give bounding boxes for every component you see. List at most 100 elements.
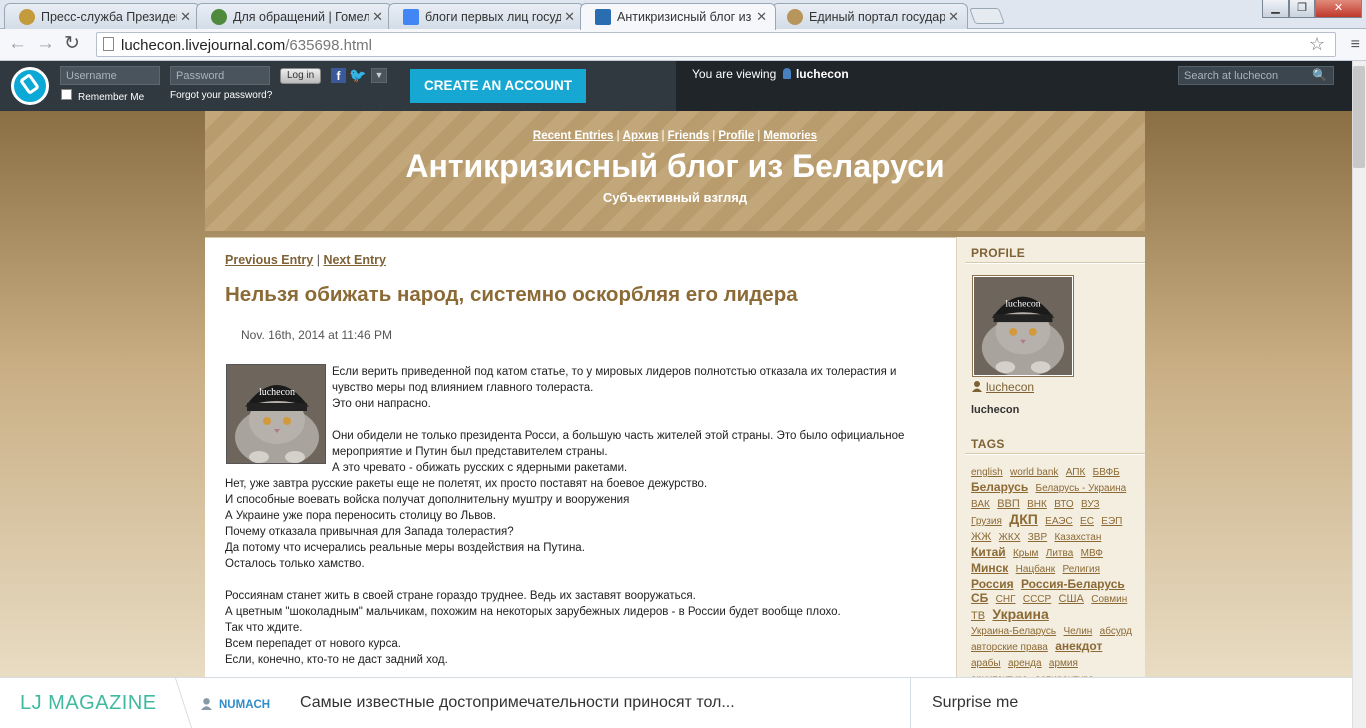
tag-link[interactable]: ВАК [971,499,990,510]
username-input[interactable]: Username [60,66,160,85]
nav-profile[interactable]: Profile [718,130,754,142]
facebook-icon[interactable]: f [331,68,346,83]
tag-link[interactable]: Минск [971,561,1008,575]
browser-tab-1[interactable]: Пресс-служба Президента ✕ [4,3,200,29]
tag-link[interactable]: АПК [1066,467,1086,478]
tag-link[interactable]: ЗВР [1028,532,1047,543]
nav-recent-entries[interactable]: Recent Entries [533,130,614,142]
login-button[interactable]: Log in [280,68,322,84]
reload-icon[interactable]: ↻ [64,34,80,54]
browser-tab-strip: Пресс-служба Президента ✕ Для обращений … [0,0,1366,30]
tag-link[interactable]: МВФ [1081,548,1103,559]
tag-link[interactable]: Беларусь [971,480,1028,494]
magazine-headline[interactable]: Самые известные достопримечательности пр… [300,694,735,712]
scrollbar-thumb[interactable] [1353,66,1365,168]
entry-content: Previous Entry | Next Entry Нельзя обижа… [205,237,956,677]
profile-username-link[interactable]: luchecon [971,380,1034,394]
tag-link[interactable]: анекдот [1055,639,1102,653]
close-tab-icon[interactable]: ✕ [180,9,191,25]
magazine-author[interactable]: NUMACH [200,697,270,711]
browser-tab-2[interactable]: Для обращений | Гомель ✕ [196,3,392,29]
tag-link[interactable]: english [971,467,1003,478]
tag-link[interactable]: абсурд [1100,626,1132,637]
tag-link[interactable]: ЕЭП [1101,516,1122,527]
address-bar[interactable]: luchecon.livejournal.com/635698.html ☆ [96,32,1336,57]
profile-username[interactable]: luchecon [986,380,1034,394]
tag-link[interactable]: СБ [971,591,988,605]
tag-link[interactable]: Литва [1046,548,1074,559]
browser-tab-4-active[interactable]: Антикризисный блог из Бел ✕ [580,3,776,30]
tag-link[interactable]: Беларусь - Украина [1036,483,1127,494]
tag-link[interactable]: Украина-Беларусь [971,626,1056,637]
tag-link[interactable]: СНГ [996,594,1016,605]
page-background: Recent Entries | Архив | Friends | Profile | Mem… [0,111,1352,685]
bookmark-star-icon[interactable]: ☆ [1309,34,1325,55]
create-account-button[interactable]: CREATE AN ACCOUNT [410,69,586,103]
tag-link[interactable]: ВНК [1027,499,1047,510]
tag-link[interactable]: Нацбанк [1016,564,1055,575]
tag-link[interactable]: авторские права [971,642,1048,653]
viewing-username[interactable]: luchecon [796,67,849,81]
password-input[interactable]: Password [170,66,270,85]
tag-link[interactable]: ДКП [1009,511,1038,527]
tag-link[interactable]: аренда [1008,658,1042,669]
tag-link[interactable]: ВУЗ [1081,499,1100,510]
new-tab-button[interactable] [969,8,1005,24]
forward-arrow-icon[interactable]: → [36,34,55,54]
emblem-favicon-icon [211,9,227,25]
tag-link[interactable]: ВТО [1054,499,1073,510]
tag-link[interactable]: Совмин [1091,594,1127,605]
tag-link[interactable]: СССР [1023,594,1051,605]
tag-link[interactable]: ЕАЭС [1045,516,1073,527]
magazine-author-name[interactable]: NUMACH [219,699,270,711]
back-arrow-icon[interactable]: ← [8,34,27,54]
tag-link[interactable]: Китай [971,545,1006,559]
nav-memories[interactable]: Memories [763,130,817,142]
url-path: /635698.html [285,37,372,54]
close-tab-icon[interactable]: ✕ [564,9,575,25]
tag-link[interactable]: ВВП [997,498,1020,510]
tag-link[interactable]: Челин [1063,626,1092,637]
chevron-down-icon[interactable]: ▼ [371,68,387,83]
tag-link[interactable]: Религия [1062,564,1100,575]
surprise-me-button[interactable]: Surprise me [932,694,1018,712]
tag-link[interactable]: армия [1049,658,1078,669]
close-tab-icon[interactable]: ✕ [756,9,767,25]
nav-archive[interactable]: Архив [623,130,659,142]
next-entry-link[interactable]: Next Entry [323,253,386,267]
tag-link[interactable]: Крым [1013,548,1038,559]
nav-friends[interactable]: Friends [668,130,710,142]
tag-link[interactable]: Россия-Беларусь [1021,577,1125,591]
livejournal-logo-icon[interactable] [11,67,49,105]
close-tab-icon[interactable]: ✕ [948,9,959,25]
tag-link[interactable]: world bank [1010,467,1058,478]
tag-link[interactable]: арабы [971,658,1001,669]
close-window-button[interactable]: ✕ [1315,0,1362,18]
tag-link[interactable]: Россия [971,577,1014,591]
tag-link[interactable]: Казахстан [1054,532,1101,543]
forgot-password-link[interactable]: Forgot your password? [170,90,272,101]
tag-link[interactable]: Грузия [971,516,1002,527]
tag-link[interactable]: ЖЖ [971,531,991,543]
twitter-icon[interactable]: 🐦 [349,68,367,83]
tag-link[interactable]: БВФБ [1093,467,1120,478]
browser-tab-3[interactable]: блоги первых лиц государ ✕ [388,3,584,29]
tag-link[interactable]: Украина [992,606,1048,622]
tag-link[interactable]: ЖКХ [999,532,1021,543]
tag-link[interactable]: ЕС [1080,516,1094,527]
tag-link[interactable]: ТВ [971,610,985,622]
tag-link[interactable]: США [1059,593,1084,605]
maximize-button[interactable]: ❐ [1289,0,1315,18]
browser-tab-5[interactable]: Единый портал государс ✕ [772,3,968,29]
search-icon[interactable]: 🔍 [1312,68,1327,82]
entry-text-line: И способные воевать войска получат допол… [225,494,630,506]
browser-menu-icon[interactable]: ≡ [1351,36,1360,54]
search-input[interactable]: Search at luchecon 🔍 [1178,66,1334,85]
remember-me-checkbox[interactable] [61,89,72,100]
profile-userpic[interactable]: luchecon [972,275,1074,377]
close-tab-icon[interactable]: ✕ [372,9,383,25]
lj-magazine-title[interactable]: LJ MAGAZINE [20,692,157,715]
minimize-button[interactable]: ▁ [1262,0,1289,18]
portal-favicon-icon [787,9,803,25]
previous-entry-link[interactable]: Previous Entry [225,253,313,267]
